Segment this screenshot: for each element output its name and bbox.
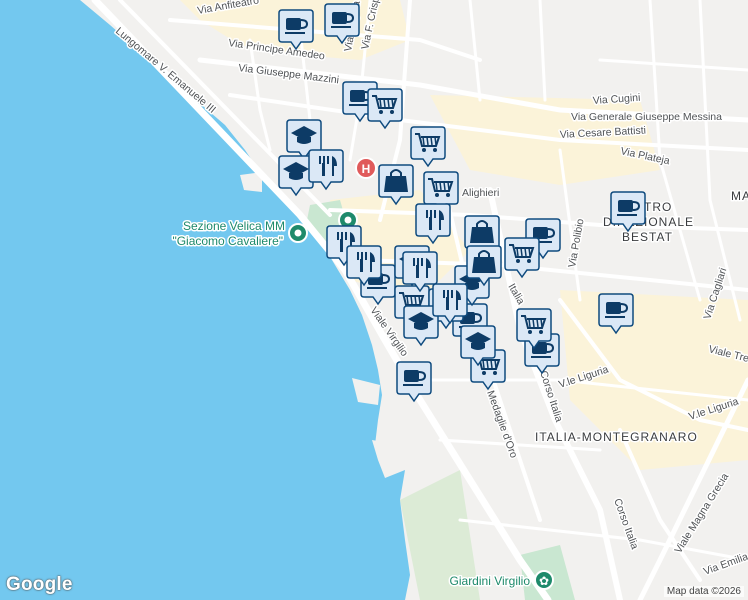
poi-label: Sezione Velica MM: [183, 219, 285, 233]
district-label: TRO: [644, 200, 672, 214]
poi-label: "Giacomo Cavaliere": [172, 234, 283, 248]
street-label: Via Generale Giuseppe Messina: [571, 111, 722, 123]
poi-pin-giardini[interactable]: ✿: [534, 570, 554, 590]
district-label: MA: [731, 189, 748, 203]
poi-label: Giardini Virgilio: [450, 574, 531, 588]
hospital-marker[interactable]: H: [355, 157, 377, 179]
district-label: BESTAT: [622, 230, 673, 244]
map-attribution[interactable]: Map data ©2026: [663, 586, 744, 597]
street-label: Alighieri: [462, 187, 499, 199]
map-canvas[interactable]: H ✿ Via Anfiteatro Via Principe Amedeo V…: [0, 0, 748, 600]
tree-icon: ✿: [539, 574, 549, 588]
google-logo: Google: [6, 574, 73, 595]
hospital-icon: H: [362, 162, 371, 176]
district-label: ITALIA-MONTEGRANARO: [535, 430, 698, 444]
poi-pin-sailing-club[interactable]: [288, 223, 308, 243]
